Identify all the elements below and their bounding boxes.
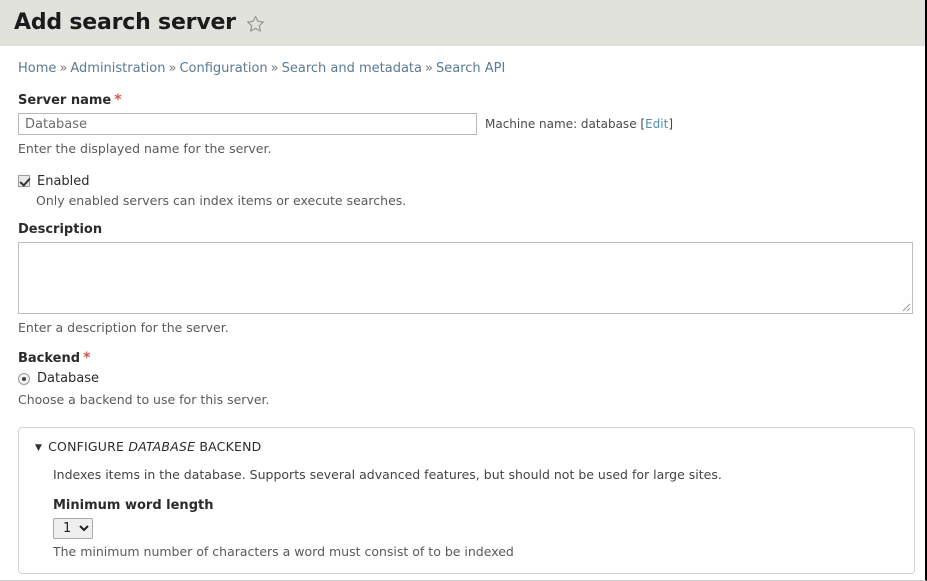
backend-config-legend-text: CONFIGURE DATABASE BACKEND — [48, 439, 261, 454]
backend-radio-database[interactable] — [18, 372, 30, 385]
chevron-down-icon[interactable]: ▼ — [35, 443, 42, 453]
server-name-form-item: Server name* Machine name: database [Edi… — [18, 92, 911, 158]
backend-form-item: Backend * Database Choose a backend to us… — [18, 350, 911, 409]
backend-config-body: Indexes items in the database. Supports … — [19, 466, 914, 560]
enabled-checkbox[interactable] — [18, 175, 30, 188]
enabled-label: Enabled — [37, 173, 90, 189]
min-word-length-description: The minimum number of characters a word … — [53, 544, 514, 560]
breadcrumb-item-configuration[interactable]: Configuration — [179, 61, 267, 76]
page-root: Add search server Home» Administration» Co… — [0, 0, 927, 581]
breadcrumb-separator: » — [168, 61, 177, 76]
backend-config-legend[interactable]: ▼ CONFIGURE DATABASE BACKEND — [19, 428, 914, 454]
breadcrumb-item-administration[interactable]: Administration — [70, 61, 165, 76]
required-indicator: * — [83, 350, 91, 367]
backend-description: Choose a backend to use for this server. — [18, 392, 270, 408]
server-name-input[interactable] — [18, 113, 477, 136]
server-name-row: Machine name: database [Edit] — [18, 113, 911, 136]
breadcrumb-item-search-api[interactable]: Search API — [436, 61, 505, 76]
machine-name-text: Machine name: database [ — [485, 117, 646, 132]
breadcrumb-item-home[interactable]: Home — [18, 61, 56, 76]
page-content: Home» Administration» Configuration» Search… — [0, 46, 925, 580]
enabled-description: Only enabled servers can index items or … — [36, 192, 407, 208]
page-title: Add search server — [14, 10, 236, 35]
description-label: Description — [18, 221, 103, 237]
backend-config-description: Indexes items in the database. Supports … — [53, 466, 722, 482]
description-help-text: Enter a description for the server. — [18, 319, 229, 335]
page-header: Add search server — [0, 0, 925, 46]
enabled-checkbox-row[interactable]: Enabled — [18, 174, 911, 189]
server-name-label: Server name * — [18, 92, 911, 108]
backend-option-database[interactable]: Database — [18, 371, 911, 386]
min-word-length-select[interactable]: 1 — [53, 518, 93, 540]
breadcrumb-separator: » — [59, 61, 68, 76]
required-indicator: * — [114, 92, 122, 109]
legend-suffix: BACKEND — [195, 438, 262, 454]
legend-prefix: CONFIGURE — [48, 438, 129, 454]
machine-name-display: Machine name: database [Edit] — [485, 117, 673, 131]
breadcrumb-item-search-and-metadata[interactable]: Search and metadata — [282, 61, 422, 76]
breadcrumb-separator: » — [425, 61, 433, 76]
description-form-item: Description Enter a description for the … — [18, 221, 913, 337]
backend-label: Backend * — [18, 350, 911, 366]
description-textarea-wrap — [18, 241, 913, 314]
machine-name-suffix: ] — [668, 117, 674, 132]
breadcrumb: Home» Administration» Configuration» Search… — [18, 46, 911, 78]
machine-name-edit-link[interactable]: Edit — [645, 117, 668, 131]
min-word-length-label: Minimum word length — [53, 498, 214, 514]
server-name-label-text: Server name — [18, 93, 112, 109]
breadcrumb-separator: » — [270, 61, 279, 76]
star-outline-icon[interactable] — [246, 14, 265, 37]
backend-label-text: Backend — [18, 351, 81, 367]
backend-config-fieldset: ▼ CONFIGURE DATABASE BACKEND Indexes ite… — [18, 426, 915, 575]
description-textarea[interactable] — [18, 241, 913, 314]
legend-backend-name: DATABASE — [128, 438, 196, 454]
backend-radio-label: Database — [37, 371, 100, 387]
server-name-description: Enter the displayed name for the server. — [18, 141, 272, 157]
